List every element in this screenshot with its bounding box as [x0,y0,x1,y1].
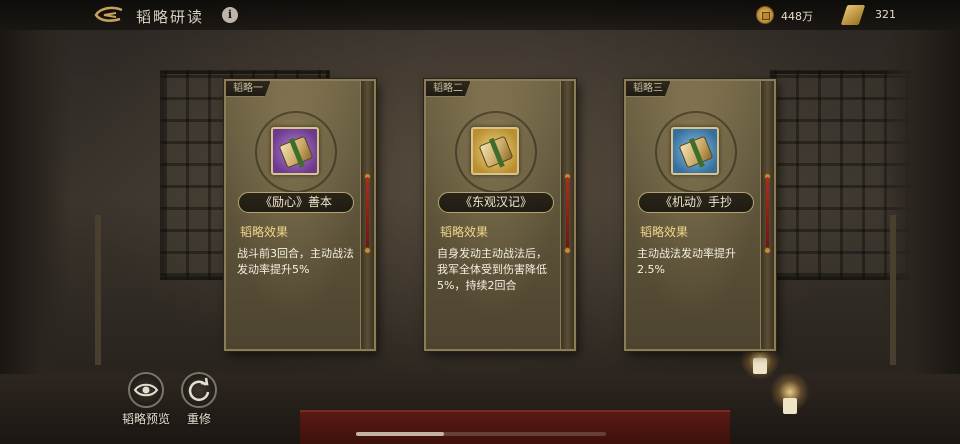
preview-label[interactable]: 韬略预览 [122,410,170,427]
book-item-icon[interactable] [471,127,519,175]
book-item-icon[interactable] [671,127,719,175]
rail-rod [566,177,569,251]
effect-label: 韬略效果 [640,225,689,239]
relearn-label[interactable]: 重修 [187,410,211,427]
scrollbar-thumb[interactable] [356,432,444,436]
card-rail [760,81,774,349]
eye-icon [133,383,159,397]
rail-knob [364,247,371,254]
top-bar: 韬略研读 i 448万 321 [0,0,960,30]
back-arrow-icon[interactable] [92,6,126,24]
preview-button[interactable] [128,372,164,408]
item-name: 《东观汉记》 [438,192,554,213]
candelabra-right [890,215,896,365]
desk [300,410,730,444]
candelabra-left [95,215,101,365]
card-tag: 韬略二 [425,80,471,97]
effect-label: 韬略效果 [240,225,289,239]
effect-description: 自身发动主动战法后，我军全体受到伤害降低5%，持续2回合 [437,247,547,292]
scroll-amount: 321 [875,8,896,21]
refresh-icon [188,377,210,401]
card-tag: 韬略三 [625,80,671,97]
rail-knob [764,247,771,254]
info-icon[interactable]: i [222,7,238,23]
coin-icon [756,6,774,24]
horizontal-scrollbar[interactable] [356,432,606,436]
item-name: 《机动》手抄 [638,192,754,213]
rail-knob [564,247,571,254]
book-item-icon[interactable] [271,127,319,175]
relearn-button[interactable] [181,372,217,408]
rail-rod [366,177,369,251]
effect-description: 战斗前3回合，主动战法发动率提升5% [237,247,354,276]
card-rail [560,81,574,349]
scroll-book-icon [278,135,314,169]
card-rail [360,81,374,349]
strategy-card-2[interactable]: 韬略二 《东观汉记》 韬略效果 自身发动主动战法后，我军全体受到伤害降低5%，持… [424,79,576,351]
page-title: 韬略研读 [136,8,205,26]
scroll-resource-icon [840,5,866,25]
coin-amount: 448万 [781,10,813,23]
item-name: 《励心》善本 [238,192,354,213]
candle [783,398,797,414]
candle [753,358,767,374]
scroll-book-icon [478,135,514,169]
rail-rod [766,177,769,251]
card-tag: 韬略一 [225,80,271,97]
strategy-card-1[interactable]: 韬略一 《励心》善本 韬略效果 战斗前3回合，主动战法发动率提升5% [224,79,376,351]
effect-label: 韬略效果 [440,225,489,239]
effect-description: 主动战法发动率提升2.5% [637,247,736,276]
scroll-book-icon [678,135,714,169]
strategy-card-3[interactable]: 韬略三 《机动》手抄 韬略效果 主动战法发动率提升2.5% [624,79,776,351]
